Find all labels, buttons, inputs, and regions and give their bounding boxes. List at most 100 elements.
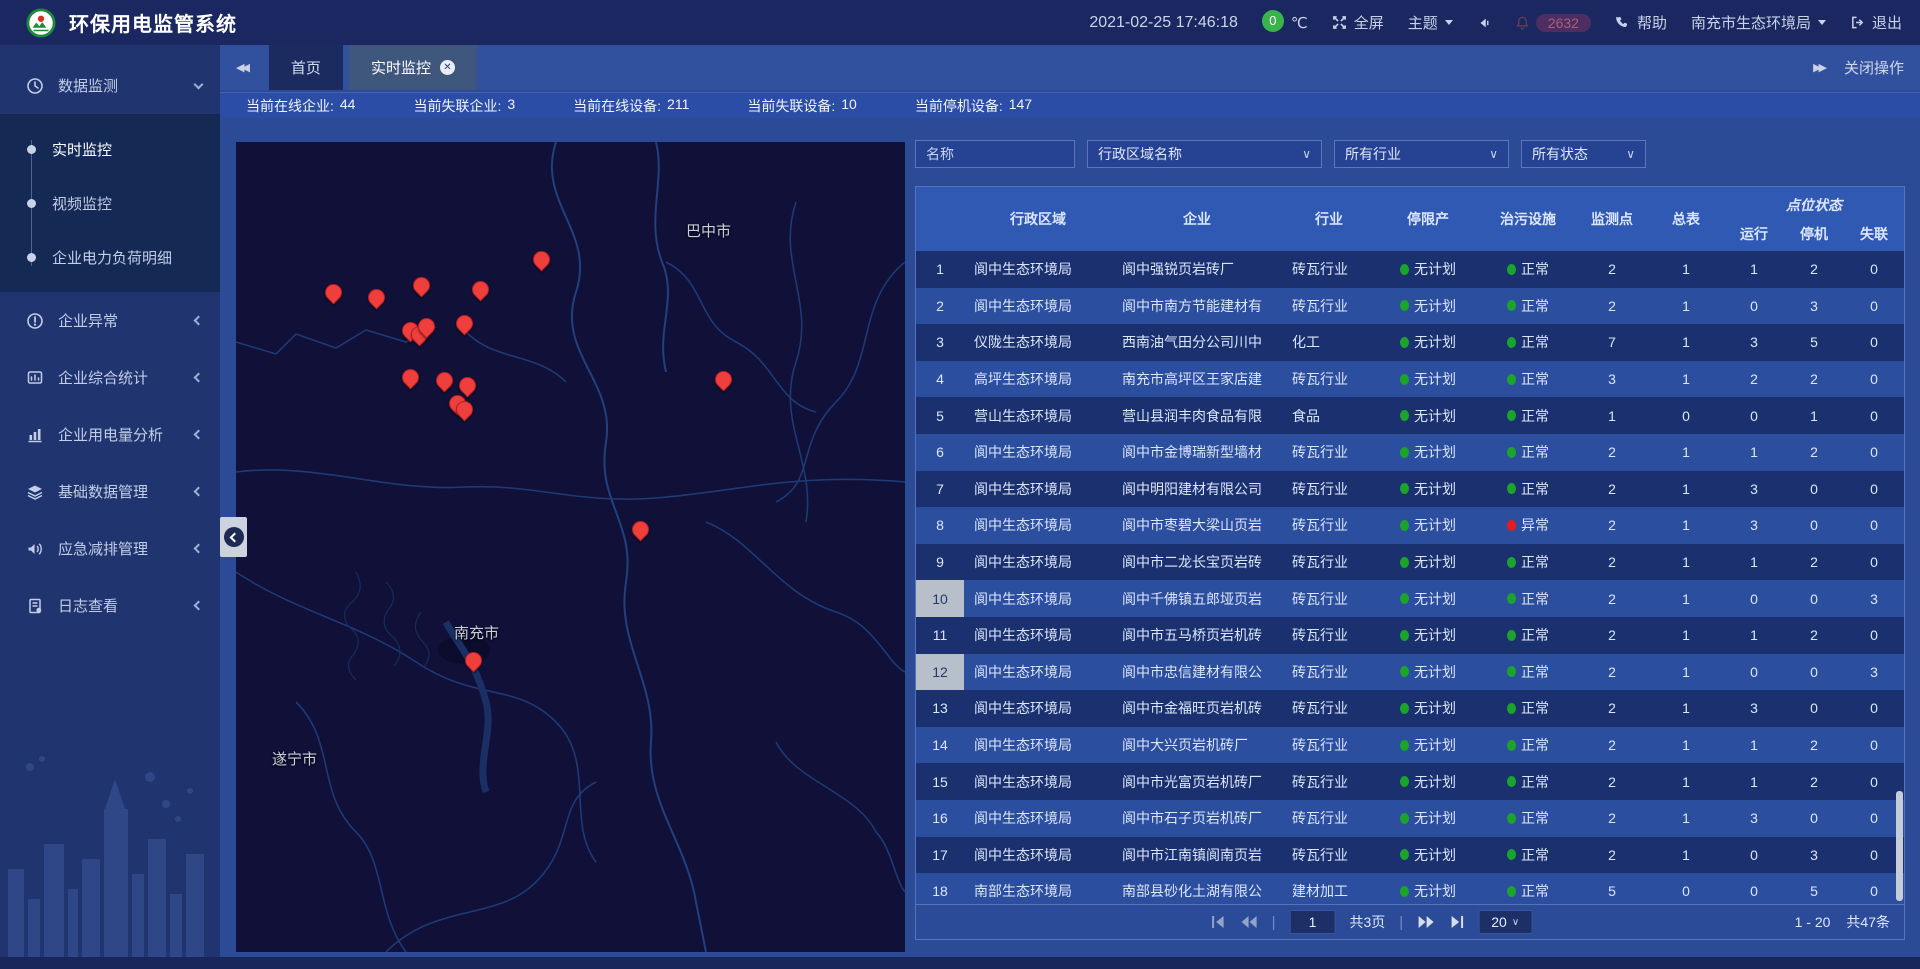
table-row[interactable]: 9阆中生态环境局阆中市二龙长宝页岩砖砖瓦行业无计划正常21120 <box>916 544 1904 581</box>
enterprise-table-panel: 行政区域企业行业停限产治污设施监测点总表点位状态运行停机失联 1阆中生态环境局阆… <box>915 186 1905 940</box>
cell-region: 阆中生态环境局 <box>964 471 1112 508</box>
region-filter-select[interactable]: 行政区域名称 ∨ <box>1087 140 1322 168</box>
status-text: 正常 <box>1521 662 1549 682</box>
row-index-cell: 6 <box>916 434 964 471</box>
cell-monitor: 2 <box>1576 471 1648 508</box>
table-row[interactable]: 8阆中生态环境局阆中市枣碧大梁山页岩砖瓦行业无计划异常21300 <box>916 507 1904 544</box>
fullscreen-button[interactable]: 全屏 <box>1332 12 1384 33</box>
row-index-cell: 12 <box>916 654 964 691</box>
tab-0[interactable]: 首页 <box>269 45 343 90</box>
sidebar-item-3[interactable]: 企业用电量分析 <box>0 406 220 463</box>
sidebar-subitem-2[interactable]: 企业电力负荷明细 <box>0 230 220 284</box>
row-index-cell: 17 <box>916 837 964 874</box>
table-row[interactable]: 6阆中生态环境局阆中市金博瑞新型墙材砖瓦行业无计划正常21120 <box>916 434 1904 471</box>
tabs-scroll-left-icon[interactable]: ◀◀ <box>220 61 247 74</box>
first-page-button[interactable] <box>1211 915 1227 929</box>
table-row[interactable]: 12阆中生态环境局阆中市忠信建材有限公砖瓦行业无计划正常21003 <box>916 654 1904 691</box>
cell-lost: 3 <box>1844 654 1904 691</box>
row-index-cell: 4 <box>916 361 964 398</box>
row-index-cell: 7 <box>916 471 964 508</box>
status-text: 无计划 <box>1414 845 1456 865</box>
sidebar-item-2[interactable]: 企业综合统计 <box>0 349 220 406</box>
cell-facility: 正常 <box>1480 288 1576 325</box>
table-row[interactable]: 3仪陇生态环境局西南油气田分公司川中化工无计划正常71350 <box>916 324 1904 361</box>
cell-facility: 正常 <box>1480 837 1576 874</box>
vertical-scrollbar[interactable] <box>1896 791 1903 901</box>
cell-company: 南部县砂化土湖有限公 <box>1112 873 1282 904</box>
cell-facility: 异常 <box>1480 507 1576 544</box>
table-row[interactable]: 4高坪生态环境局南充市高坪区王家店建砖瓦行业无计划正常31220 <box>916 361 1904 398</box>
status-green-dot-icon <box>1507 593 1516 604</box>
status-text: 无计划 <box>1414 698 1456 718</box>
cell-monitor: 5 <box>1576 873 1648 904</box>
status-red-dot-icon <box>1507 520 1516 531</box>
help-button[interactable]: 帮助 <box>1615 12 1667 33</box>
tab-close-icon[interactable]: ✕ <box>440 60 455 75</box>
last-page-button[interactable] <box>1448 915 1464 929</box>
pagination-divider: | <box>1272 914 1276 931</box>
cell-facility: 正常 <box>1480 800 1576 837</box>
page-number-input[interactable] <box>1290 910 1336 934</box>
table-row[interactable]: 7阆中生态环境局阆中明阳建材有限公司砖瓦行业无计划正常21300 <box>916 471 1904 508</box>
table-row[interactable]: 17阆中生态环境局阆中市江南镇阆南页岩砖瓦行业无计划正常21030 <box>916 837 1904 874</box>
table-row[interactable]: 1阆中生态环境局阆中强锐页岩砖厂砖瓦行业无计划正常21120 <box>916 251 1904 288</box>
status-green-dot-icon <box>1400 740 1409 751</box>
cell-industry: 砖瓦行业 <box>1282 837 1376 874</box>
tab-1[interactable]: 实时监控✕ <box>349 45 477 90</box>
table-row[interactable]: 2阆中生态环境局阆中市南方节能建材有砖瓦行业无计划正常21030 <box>916 288 1904 325</box>
cell-industry: 砖瓦行业 <box>1282 800 1376 837</box>
table-row[interactable]: 11阆中生态环境局阆中市五马桥页岩机砖砖瓦行业无计划正常21120 <box>916 617 1904 654</box>
bullet-dot-icon <box>27 253 36 262</box>
sidebar-item-6[interactable]: 日志查看 <box>0 577 220 634</box>
org-dropdown[interactable]: 南充市生态环境局 <box>1691 12 1826 33</box>
map-city-label: 巴中市 <box>686 220 731 241</box>
table-row[interactable]: 10阆中生态环境局阆中千佛镇五郎垭页岩砖瓦行业无计划正常21003 <box>916 580 1904 617</box>
map-panel[interactable]: 巴中市南充市遂宁市 <box>236 142 905 952</box>
cell-industry: 砖瓦行业 <box>1282 544 1376 581</box>
table-row[interactable]: 16阆中生态环境局阆中市石子页岩机砖厂砖瓦行业无计划正常21300 <box>916 800 1904 837</box>
sidebar-subitem-1[interactable]: 视频监控 <box>0 176 220 230</box>
chevron-left-icon <box>194 316 204 326</box>
tabs-scroll-right-icon[interactable]: ▶▶ <box>1813 61 1824 74</box>
sidebar-item-1[interactable]: 企业异常 <box>0 292 220 349</box>
next-page-button[interactable] <box>1417 915 1434 929</box>
notifications[interactable]: 2632 <box>1515 14 1591 32</box>
name-filter-input[interactable] <box>926 146 1064 162</box>
mute-button[interactable] <box>1477 16 1491 30</box>
row-index-cell: 11 <box>916 617 964 654</box>
cell-company: 阆中市南方节能建材有 <box>1112 288 1282 325</box>
industry-filter-select[interactable]: 所有行业 ∨ <box>1334 140 1509 168</box>
status-green-dot-icon <box>1400 447 1409 458</box>
chevron-down-icon: ∨ <box>1512 917 1519 928</box>
sidebar-subitem-0[interactable]: 实时监控 <box>0 122 220 176</box>
prev-page-button[interactable] <box>1241 915 1258 929</box>
status-text: 无计划 <box>1414 662 1456 682</box>
table-row[interactable]: 14阆中生态环境局阆中大兴页岩机砖厂砖瓦行业无计划正常21120 <box>916 727 1904 764</box>
cell-monitor: 2 <box>1576 288 1648 325</box>
stat-label: 当前失联企业: <box>413 96 501 116</box>
status-green-dot-icon <box>1507 740 1516 751</box>
logout-button[interactable]: 退出 <box>1850 12 1902 33</box>
theme-dropdown[interactable]: 主题 <box>1408 12 1453 33</box>
table-row[interactable]: 18南部生态环境局南部县砂化土湖有限公建材加工无计划正常50050 <box>916 873 1904 904</box>
sidebar-item-0[interactable]: 数据监测 <box>0 57 220 114</box>
sidebar-item-5[interactable]: 应急减排管理 <box>0 520 220 577</box>
table-row[interactable]: 15阆中生态环境局阆中市光富页岩机砖厂砖瓦行业无计划正常21120 <box>916 763 1904 800</box>
status-filter-select[interactable]: 所有状态 ∨ <box>1521 140 1646 168</box>
table-row[interactable]: 5营山生态环境局营山县润丰肉食品有限食品无计划正常10010 <box>916 397 1904 434</box>
page-size-select[interactable]: 20 ∨ <box>1478 910 1532 934</box>
sidebar-collapse-button[interactable] <box>220 517 247 557</box>
table-row[interactable]: 13阆中生态环境局阆中市金福旺页岩机砖砖瓦行业无计划正常21300 <box>916 690 1904 727</box>
cell-lost: 0 <box>1844 361 1904 398</box>
cell-company: 阆中市二龙长宝页岩砖 <box>1112 544 1282 581</box>
cell-stop: 无计划 <box>1376 251 1480 288</box>
chevron-left-icon <box>194 544 204 554</box>
temperature-badge: 0 <box>1262 10 1284 32</box>
cell-halt: 2 <box>1784 251 1844 288</box>
sidebar-item-4[interactable]: 基础数据管理 <box>0 463 220 520</box>
cell-monitor: 2 <box>1576 727 1648 764</box>
region-filter-value: 行政区域名称 <box>1098 144 1182 164</box>
close-operations-button[interactable]: 关闭操作 <box>1844 57 1904 78</box>
cell-total: 1 <box>1648 580 1724 617</box>
cell-stop: 无计划 <box>1376 397 1480 434</box>
